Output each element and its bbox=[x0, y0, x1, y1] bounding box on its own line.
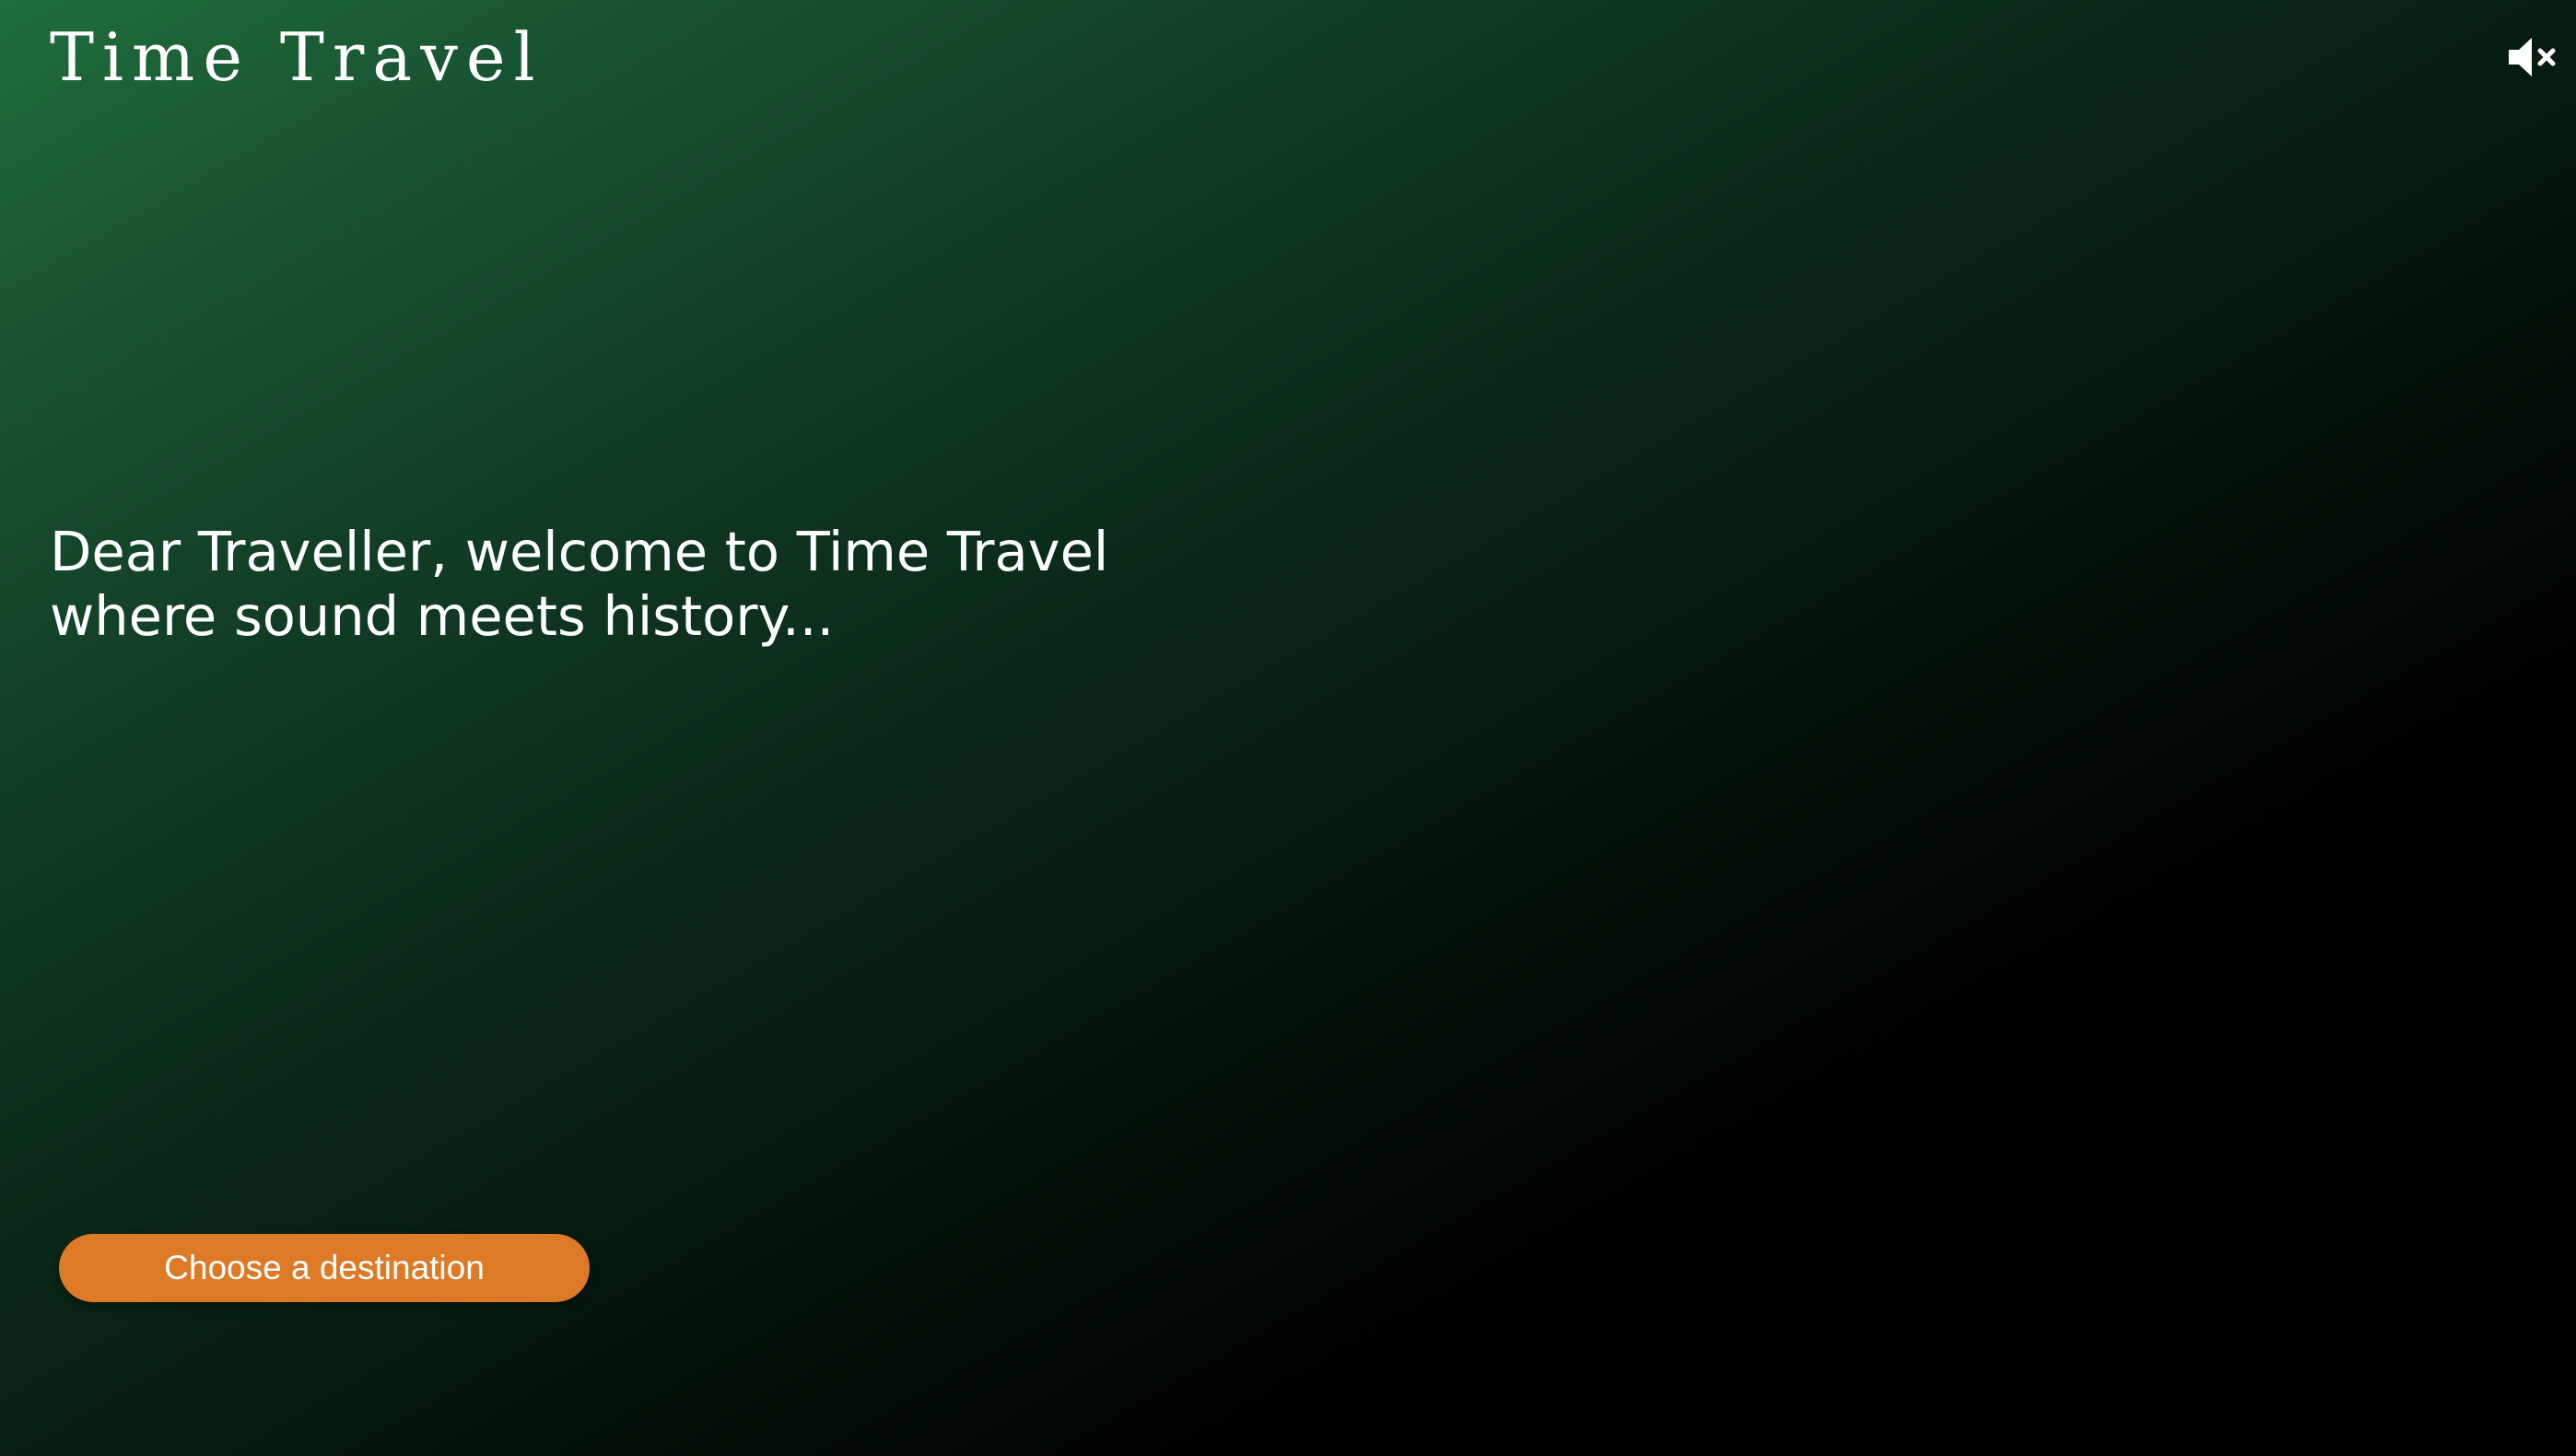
welcome-line-1: Dear Traveller, welcome to Time Travel bbox=[50, 520, 1109, 583]
choose-destination-button[interactable]: Choose a destination bbox=[59, 1234, 590, 1302]
mute-toggle-button[interactable] bbox=[2506, 31, 2558, 83]
app-title: Time Travel bbox=[50, 18, 544, 96]
speaker-muted-icon bbox=[2509, 38, 2556, 76]
welcome-line-2: where sound meets history... bbox=[50, 584, 835, 648]
welcome-message: Dear Traveller, welcome to Time Travel w… bbox=[50, 520, 1247, 649]
